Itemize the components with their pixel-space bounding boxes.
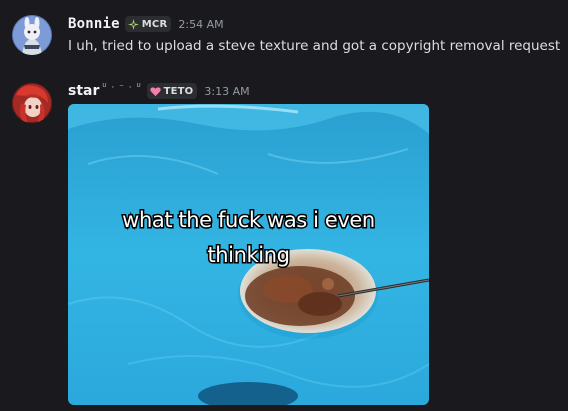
username[interactable]: star — [68, 83, 99, 99]
caption-line-1: what the fuck was i even — [122, 208, 375, 232]
server-tag[interactable]: TETO — [146, 83, 198, 99]
caption-line-2: thinking — [207, 243, 289, 267]
message-header: star ᵁ · ⁻ · ᵁ TETO 3:13 AM — [68, 81, 250, 101]
message-star: star ᵁ · ⁻ · ᵁ TETO 3:13 AM what the fuc… — [0, 0, 568, 411]
timestamp[interactable]: 3:13 AM — [204, 85, 249, 98]
avatar[interactable] — [12, 83, 52, 123]
pool-water-image: what the fuck was i even thinking — [68, 104, 429, 405]
avatar-star-image — [12, 83, 52, 123]
heart-icon — [149, 86, 161, 96]
image-attachment[interactable]: what the fuck was i even thinking — [68, 104, 429, 405]
server-tag-label: TETO — [163, 85, 194, 97]
name-decoration: ᵁ · ⁻ · ᵁ — [102, 83, 142, 93]
